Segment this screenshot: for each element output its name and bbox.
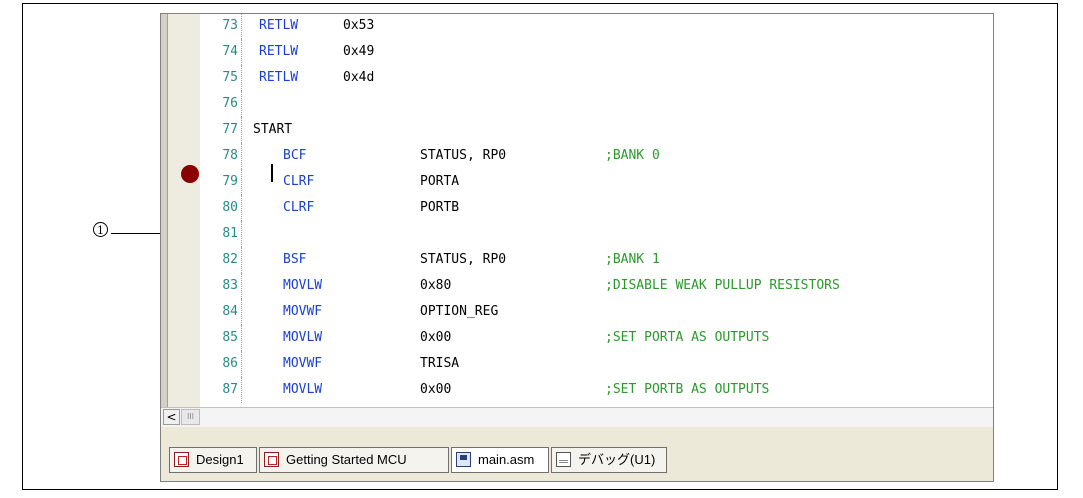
- code-line[interactable]: 78 BCF STATUS, RP0 ;BANK 0: [200, 143, 993, 169]
- code-opcode: RETLW: [259, 70, 299, 85]
- scroll-left-icon[interactable]: <: [163, 409, 180, 425]
- code-operand: STATUS, RP0: [420, 252, 507, 267]
- tab-getting-started-mcu[interactable]: Getting Started MCU: [259, 447, 449, 473]
- scroll-thumb[interactable]: III: [181, 409, 200, 425]
- code-opcode: MOVLW: [283, 330, 323, 345]
- code-opcode: BCF: [283, 148, 307, 163]
- tab-design1[interactable]: Design1: [169, 447, 257, 473]
- line-number: 85: [222, 330, 238, 345]
- tab-strip-spacer: [161, 427, 993, 439]
- line-number-separator: [241, 325, 242, 351]
- line-number-separator: [241, 91, 242, 117]
- line-number: 77: [222, 122, 238, 137]
- code-operand: PORTA: [420, 174, 460, 189]
- line-number: 84: [222, 304, 238, 319]
- breakpoint-gutter[interactable]: [168, 14, 200, 407]
- code-line[interactable]: 84 MOVWF OPTION_REG: [200, 299, 993, 325]
- code-line[interactable]: 86 MOVWF TRISA: [200, 351, 993, 377]
- callout-marker: 1: [93, 222, 108, 238]
- code-comment: ;DISABLE WEAK PULLUP RESISTORS: [605, 278, 840, 293]
- tab-label: main.asm: [478, 452, 535, 467]
- tab-debug-u1[interactable]: デバッグ(U1): [551, 447, 667, 473]
- line-number-separator: [241, 169, 242, 195]
- code-operand: 0x00: [420, 382, 452, 397]
- code-area[interactable]: 73 RETLW 0x53 74 RETLW 0x49 75 RETLW 0x4d 76 77 STA…: [200, 14, 993, 407]
- line-number-separator: [241, 247, 242, 273]
- code-operand: OPTION_REG: [420, 304, 499, 319]
- line-number: 78: [222, 148, 238, 163]
- code-operand: 0x49: [343, 44, 375, 59]
- line-number-separator: [241, 273, 242, 299]
- line-number: 73: [222, 18, 238, 33]
- line-number: 86: [222, 356, 238, 371]
- code-opcode: MOVWF: [283, 304, 323, 319]
- design-icon: [264, 452, 279, 467]
- line-number-separator: [241, 195, 242, 221]
- tab-label: Getting Started MCU: [286, 452, 407, 467]
- code-opcode: RETLW: [259, 44, 299, 59]
- line-number: 76: [222, 96, 238, 111]
- code-operand: STATUS, RP0: [420, 148, 507, 163]
- tab-main-asm[interactable]: main.asm: [451, 447, 549, 473]
- code-comment: ;BANK 1: [605, 252, 660, 267]
- callout-leader-line: [111, 233, 167, 234]
- code-opcode: MOVWF: [283, 356, 323, 371]
- tab-label: Design1: [196, 452, 244, 467]
- line-number-separator: [241, 377, 242, 403]
- line-number: 87: [222, 382, 238, 397]
- code-comment: ;BANK 0: [605, 148, 660, 163]
- document-tab-strip: Design1 Getting Started MCU main.asm デバッ…: [161, 439, 993, 481]
- design-icon: [174, 452, 189, 467]
- line-number: 80: [222, 200, 238, 215]
- code-opcode: CLRF: [283, 200, 315, 215]
- code-opcode: CLRF: [283, 174, 315, 189]
- document-icon: [556, 452, 571, 467]
- line-number-separator: [241, 351, 242, 377]
- code-line[interactable]: 76: [200, 91, 993, 117]
- editor-left-border: [161, 14, 168, 407]
- code-operand: TRISA: [420, 356, 460, 371]
- code-opcode: MOVLW: [283, 278, 323, 293]
- code-line[interactable]: 80 CLRF PORTB: [200, 195, 993, 221]
- code-operand: 0x4d: [343, 70, 375, 85]
- code-opcode: MOVLW: [283, 382, 323, 397]
- line-number-separator: [241, 65, 242, 91]
- line-number-separator: [241, 117, 242, 143]
- code-operand: PORTB: [420, 200, 460, 215]
- code-operand: 0x80: [420, 278, 452, 293]
- breakpoint-icon[interactable]: [181, 165, 199, 183]
- code-line[interactable]: 73 RETLW 0x53: [200, 14, 993, 39]
- code-line[interactable]: 83 MOVLW 0x80 ;DISABLE WEAK PULLUP RESISTOR…: [200, 273, 993, 299]
- line-number: 83: [222, 278, 238, 293]
- code-comment: ;SET PORTA AS OUTPUTS: [605, 330, 770, 345]
- line-number: 79: [222, 174, 238, 189]
- code-label: START: [253, 122, 293, 137]
- line-number-separator: [241, 143, 242, 169]
- code-line[interactable]: 77 START: [200, 117, 993, 143]
- code-comment: ;SET PORTB AS OUTPUTS: [605, 382, 770, 397]
- code-line[interactable]: 79 CLRF PORTA: [200, 169, 993, 195]
- code-line[interactable]: 74 RETLW 0x49: [200, 39, 993, 65]
- code-operand: 0x00: [420, 330, 452, 345]
- asm-file-icon: [456, 452, 471, 467]
- code-line[interactable]: 81: [200, 221, 993, 247]
- code-line[interactable]: 75 RETLW 0x4d: [200, 65, 993, 91]
- code-operand: 0x53: [343, 18, 375, 33]
- line-number-separator: [241, 14, 242, 39]
- code-line[interactable]: 87 MOVLW 0x00 ;SET PORTB AS OUTPUTS: [200, 377, 993, 403]
- line-number-separator: [241, 39, 242, 65]
- line-number: 82: [222, 252, 238, 267]
- code-opcode: RETLW: [259, 18, 299, 33]
- code-editor-window: 73 RETLW 0x53 74 RETLW 0x49 75 RETLW 0x4d 76 77 STA…: [160, 13, 994, 482]
- line-number: 74: [222, 44, 238, 59]
- code-opcode: BSF: [283, 252, 307, 267]
- line-number-separator: [241, 299, 242, 325]
- line-number-separator: [241, 221, 242, 247]
- tab-label: デバッグ(U1): [578, 452, 656, 467]
- horizontal-scrollbar[interactable]: < III: [161, 407, 993, 427]
- code-line[interactable]: 82 BSF STATUS, RP0 ;BANK 1: [200, 247, 993, 273]
- line-number: 81: [222, 226, 238, 241]
- line-number: 75: [222, 70, 238, 85]
- code-line[interactable]: 85 MOVLW 0x00 ;SET PORTA AS OUTPUTS: [200, 325, 993, 351]
